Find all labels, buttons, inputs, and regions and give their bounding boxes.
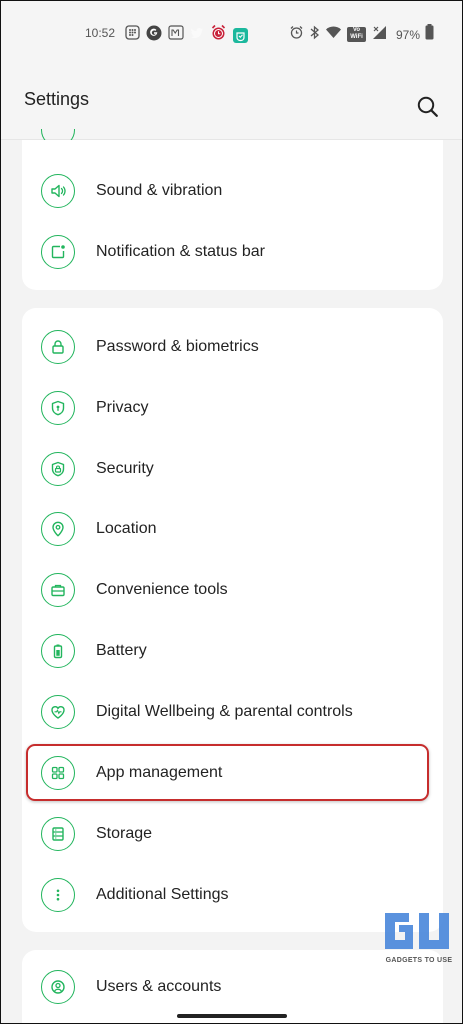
- settings-item-digital-wellbeing[interactable]: Digital Wellbeing & parental controls: [22, 683, 443, 743]
- signal-icon: [371, 25, 387, 45]
- system-icons: Vo WiFi 97%: [289, 24, 434, 45]
- settings-item-sound-vibration[interactable]: Sound & vibration: [22, 162, 443, 222]
- user-icon: [41, 970, 75, 1004]
- status-bar: 10:52 Vo WiFi 97%: [1, 1, 462, 67]
- settings-item-label: Security: [96, 460, 154, 477]
- bluetooth-icon: [309, 25, 320, 45]
- settings-item-label: Additional Settings: [96, 886, 229, 903]
- settings-card-device: Sound & vibration Notification & status …: [22, 140, 443, 290]
- more-dots-icon: [41, 878, 75, 912]
- settings-item-label: Password & biometrics: [96, 338, 259, 355]
- storage-icon: [41, 817, 75, 851]
- settings-item-privacy[interactable]: Privacy: [22, 379, 443, 439]
- settings-item-label: Battery: [96, 642, 147, 659]
- speaker-icon: [41, 174, 75, 208]
- mi-icon: [233, 27, 248, 43]
- settings-item-security[interactable]: Security: [22, 440, 443, 500]
- screen: 10:52 Vo WiFi 97% Settings Sound & vibra…: [0, 0, 463, 1024]
- twitter-icon: [190, 26, 204, 45]
- alarm-app-icon: [210, 24, 227, 46]
- settings-item-label: Convenience tools: [96, 581, 228, 598]
- toolbox-icon: [41, 573, 75, 607]
- privacy-shield-icon: [41, 391, 75, 425]
- settings-item-location[interactable]: Location: [22, 500, 443, 560]
- page-title: Settings: [24, 89, 90, 109]
- battery-icon: [41, 634, 75, 668]
- grid-icon: [125, 25, 140, 45]
- notification-icons: [125, 24, 248, 46]
- google-icon: [146, 25, 162, 46]
- settings-item-password-biometrics[interactable]: Password & biometrics: [22, 318, 443, 378]
- settings-item-notification-status-bar[interactable]: Notification & status bar: [22, 223, 443, 283]
- gesture-nav-handle[interactable]: [177, 1014, 287, 1018]
- m-icon: [168, 25, 184, 45]
- settings-item-users-accounts[interactable]: Users & accounts: [22, 958, 443, 1018]
- settings-item-label: Location: [96, 520, 157, 537]
- watermark-text: GADGETS TO USE: [385, 957, 453, 964]
- settings-item-label: Privacy: [96, 399, 149, 416]
- heart-icon: [41, 695, 75, 729]
- gadgets-to-use-logo-icon: [385, 913, 449, 949]
- status-time: 10:52: [85, 26, 116, 40]
- battery-icon: [425, 24, 434, 45]
- watermark-logo: GADGETS TO USE: [379, 909, 459, 967]
- search-button[interactable]: [415, 94, 441, 120]
- security-shield-icon: [41, 452, 75, 486]
- alarm-icon: [289, 25, 304, 45]
- settings-item-convenience-tools[interactable]: Convenience tools: [22, 561, 443, 621]
- settings-item-battery[interactable]: Battery: [22, 622, 443, 682]
- settings-item-label: Storage: [96, 825, 153, 842]
- settings-item-label: Users & accounts: [96, 978, 222, 995]
- lock-icon: [41, 330, 75, 364]
- battery-percent: 97%: [396, 27, 421, 42]
- highlight-annotation: [26, 744, 429, 801]
- settings-item-label: Notification & status bar: [96, 243, 265, 260]
- notification-icon: [41, 235, 75, 269]
- wifi-icon: [325, 25, 342, 44]
- settings-item-label: Sound & vibration: [96, 182, 223, 199]
- settings-item-label: Digital Wellbeing & parental controls: [96, 703, 353, 720]
- search-icon: [417, 96, 438, 117]
- settings-card-main: Password & biometrics Privacy Security L…: [22, 308, 443, 932]
- settings-item-storage[interactable]: Storage: [22, 805, 443, 865]
- vowifi-icon: Vo WiFi: [347, 27, 366, 42]
- location-pin-icon: [41, 512, 75, 546]
